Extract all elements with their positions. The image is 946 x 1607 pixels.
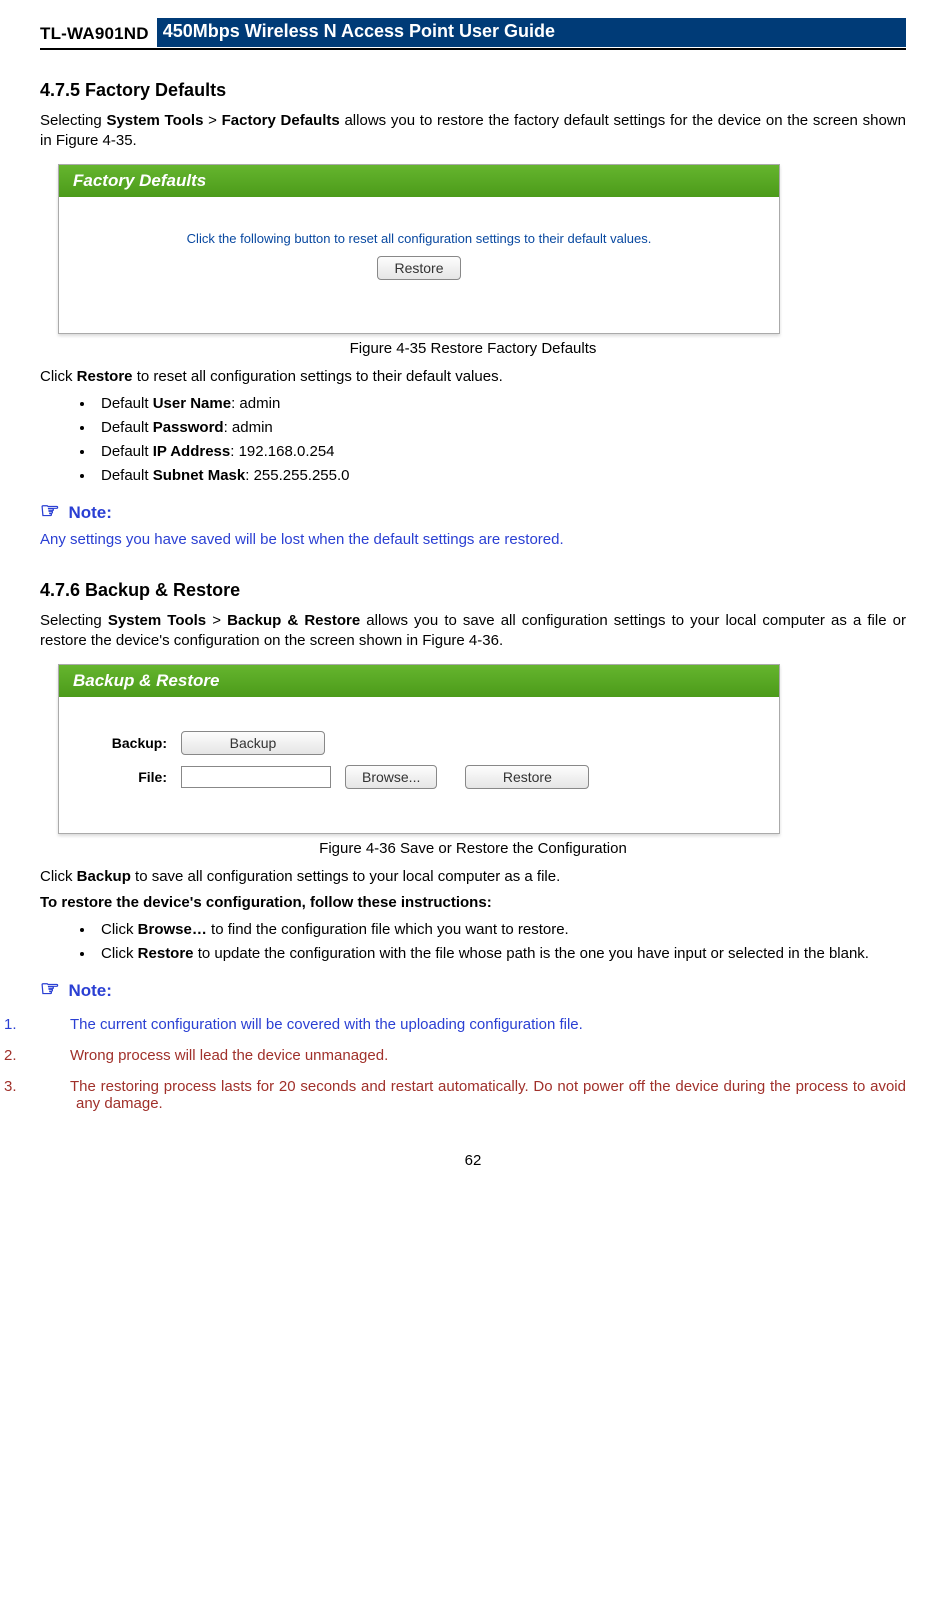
note-item-3: 3.The restoring process lasts for 20 sec… xyxy=(40,1078,906,1112)
figure-caption-4-36: Figure 4-36 Save or Restore the Configur… xyxy=(40,840,906,857)
click-restore-line: Click Restore to reset all configuration… xyxy=(40,367,906,387)
section-heading-factory-defaults: 4.7.5 Factory Defaults xyxy=(40,80,906,101)
backup-button[interactable]: Backup xyxy=(181,731,325,755)
step-browse: Click Browse… to find the configuration … xyxy=(95,921,906,938)
pointing-hand-icon: ☞ xyxy=(40,976,60,1001)
pointing-hand-icon: ☞ xyxy=(40,498,60,523)
figure-backup-restore: Backup & Restore Backup: Backup File: Br… xyxy=(58,664,780,834)
restore-steps: Click Browse… to find the configuration … xyxy=(95,921,906,962)
note-item-1: 1.The current configuration will be cove… xyxy=(40,1016,906,1033)
intro-factory-defaults: Selecting System Tools > Factory Default… xyxy=(40,111,906,152)
default-username: Default User Name: admin xyxy=(95,395,906,412)
file-label: File: xyxy=(81,761,173,793)
restore-file-button[interactable]: Restore xyxy=(465,765,589,789)
intro-backup-restore: Selecting System Tools > Backup & Restor… xyxy=(40,611,906,652)
section-heading-backup-restore: 4.7.6 Backup & Restore xyxy=(40,580,906,601)
restore-button[interactable]: Restore xyxy=(377,256,460,280)
default-ip: Default IP Address: 192.168.0.254 xyxy=(95,443,906,460)
figure-factory-defaults: Factory Defaults Click the following but… xyxy=(58,164,780,334)
note-text-factory: Any settings you have saved will be lost… xyxy=(40,530,906,550)
default-subnet: Default Subnet Mask: 255.255.255.0 xyxy=(95,467,906,484)
note-heading: ☞ Note: xyxy=(40,976,906,1002)
default-password: Default Password: admin xyxy=(95,419,906,436)
click-backup-line: Click Backup to save all configuration s… xyxy=(40,867,906,887)
guide-title: 450Mbps Wireless N Access Point User Gui… xyxy=(157,18,906,47)
browse-button[interactable]: Browse... xyxy=(345,765,437,789)
model-number: TL-WA901ND xyxy=(40,24,157,47)
step-restore: Click Restore to update the configuratio… xyxy=(95,945,906,962)
note-heading: ☞ Note: xyxy=(40,498,906,524)
note-item-2: 2.Wrong process will lead the device unm… xyxy=(40,1047,906,1064)
restore-instructions-heading: To restore the device's configuration, f… xyxy=(40,893,906,913)
figure-title-bar: Factory Defaults xyxy=(59,165,779,199)
figure-instruction-text: Click the following button to reset all … xyxy=(79,231,759,246)
page-header: TL-WA901ND 450Mbps Wireless N Access Poi… xyxy=(40,18,906,47)
figure-caption-4-35: Figure 4-35 Restore Factory Defaults xyxy=(40,340,906,357)
page-number: 62 xyxy=(40,1152,906,1169)
defaults-list: Default User Name: admin Default Passwor… xyxy=(95,395,906,484)
file-path-input[interactable] xyxy=(181,766,331,788)
figure-title-bar: Backup & Restore xyxy=(59,665,779,699)
backup-label: Backup: xyxy=(81,727,173,759)
